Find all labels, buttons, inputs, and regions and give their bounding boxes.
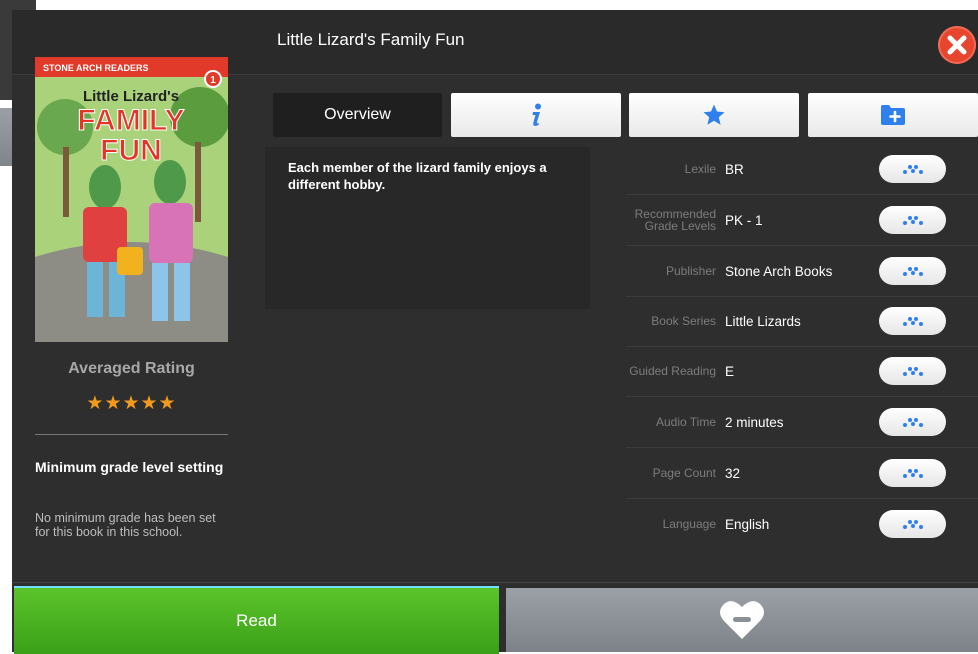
related-button[interactable] (879, 459, 946, 487)
related-button[interactable] (879, 357, 946, 385)
close-button[interactable] (938, 26, 976, 64)
meta-value: 32 (725, 465, 741, 481)
meta-value: English (725, 516, 770, 532)
meta-row-audio-time: Audio Time 2 minutes (626, 397, 978, 448)
page-title: Little Lizard's Family Fun (277, 30, 465, 49)
divider (35, 434, 228, 435)
description-text: Each member of the lizard family enjoys … (288, 160, 547, 192)
meta-label: Book Series (651, 314, 716, 328)
meta-value: Little Lizards (725, 313, 801, 329)
dots-icon (902, 418, 923, 427)
rating-title: Averaged Rating (68, 360, 195, 377)
heart-minus-icon (720, 601, 764, 639)
meta-row-publisher: Publisher Stone Arch Books (626, 246, 978, 297)
read-button[interactable]: Read (14, 586, 499, 654)
min-grade-title: Minimum grade level setting (35, 459, 224, 475)
meta-label: Audio Time (655, 415, 716, 429)
related-button[interactable] (879, 408, 946, 436)
related-button[interactable] (879, 307, 946, 335)
remove-favorite-button[interactable] (506, 588, 978, 652)
related-button[interactable] (879, 155, 946, 183)
cover-level-badge: 1 (210, 75, 216, 86)
meta-row-lexile: Lexile BR (626, 144, 978, 195)
dots-icon (902, 216, 923, 225)
cover-title-line3: FUN (100, 134, 162, 167)
close-icon (947, 35, 967, 55)
dots-icon (902, 267, 923, 276)
tab-add-to-folder[interactable] (808, 93, 978, 137)
meta-value: 2 minutes (725, 414, 784, 430)
tab-favorites[interactable] (629, 93, 799, 137)
book-details-modal: Little Lizard's Family Fun STONE ARCH RE… (12, 10, 978, 654)
cover-series-banner: STONE ARCH READERS (43, 63, 149, 73)
info-icon (532, 103, 541, 126)
rating-stars: ★★★★★ (86, 393, 177, 414)
star-icon (703, 104, 725, 125)
meta-row-book-series: Book Series Little Lizards (626, 296, 978, 347)
related-button[interactable] (879, 257, 946, 285)
meta-value: BR (725, 161, 744, 177)
meta-row-language: Language English (626, 499, 978, 549)
dots-icon (902, 165, 923, 174)
related-button[interactable] (879, 206, 946, 234)
related-button[interactable] (879, 510, 946, 538)
tab-info[interactable] (451, 93, 621, 137)
folder-add-icon (881, 105, 905, 125)
meta-row-guided-reading: Guided Reading E (626, 346, 978, 397)
meta-value: Stone Arch Books (725, 263, 833, 279)
cover-title-line2: FAMILY (77, 104, 184, 137)
dots-icon (902, 520, 923, 529)
meta-label: Publisher (665, 264, 716, 278)
meta-row-grade-levels: Recommended Grade Levels PK - 1 (626, 195, 978, 246)
cover-title-line1: Little Lizard's (83, 88, 179, 105)
tab-overview[interactable]: Overview (273, 93, 442, 137)
min-grade-text: No minimum grade has been set for this b… (35, 511, 216, 539)
meta-label: Guided Reading (629, 364, 716, 378)
meta-value: E (725, 363, 735, 379)
dots-icon (902, 317, 923, 326)
book-cover: STONE ARCH READERS 1 Little Lizard's FAM… (35, 57, 228, 342)
meta-label: Recommended Grade Levels (634, 207, 716, 233)
meta-label: Language (662, 517, 716, 531)
meta-row-page-count: Page Count 32 (626, 448, 978, 499)
dots-icon (902, 469, 923, 478)
meta-label: Lexile (684, 162, 716, 176)
meta-value: PK - 1 (725, 212, 763, 228)
description-panel: Each member of the lizard family enjoys … (265, 147, 590, 309)
dots-icon (902, 367, 923, 376)
meta-label: Page Count (652, 466, 716, 480)
divider (12, 582, 978, 583)
